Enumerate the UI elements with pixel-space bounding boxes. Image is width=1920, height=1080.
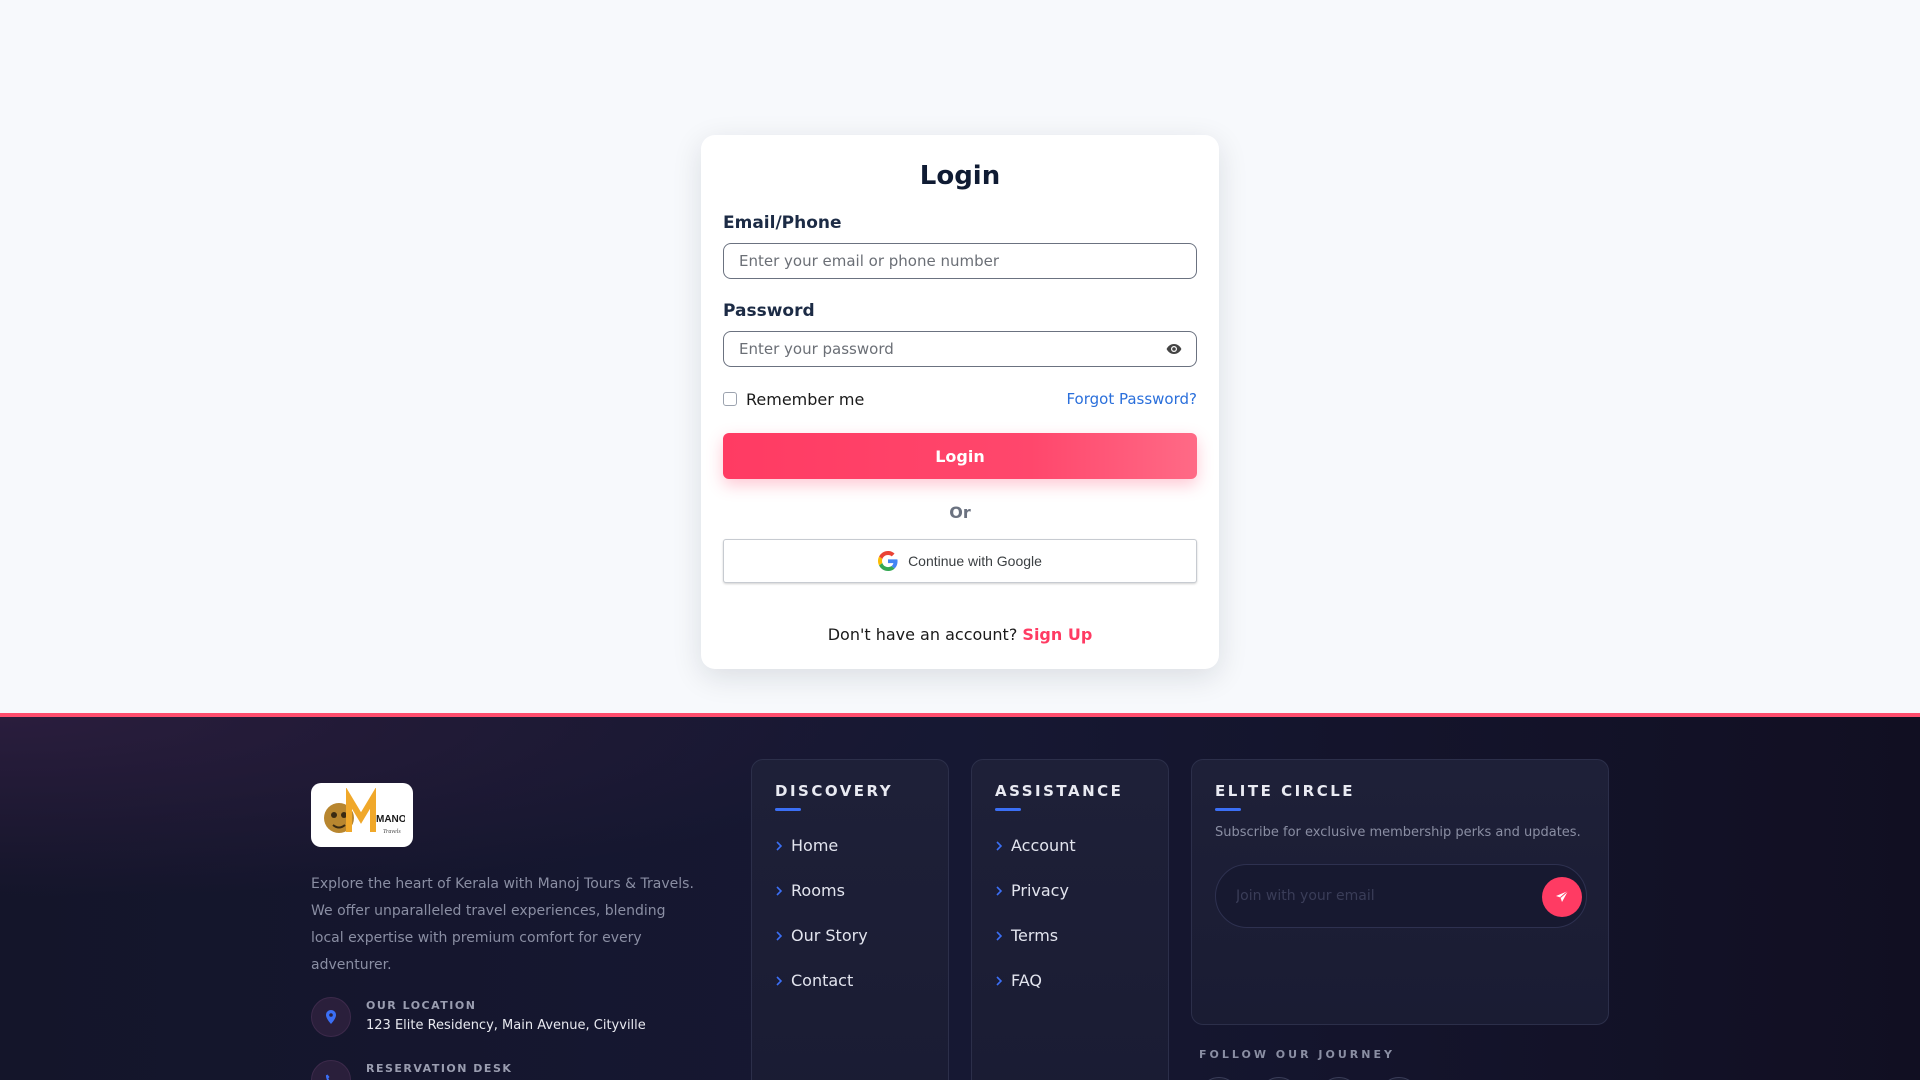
footer-link-contact[interactable]: Contact <box>775 958 948 1003</box>
contact-reservation-label: RESERVATION DESK <box>366 1062 513 1075</box>
footer-about: Explore the heart of Kerala with Manoj T… <box>311 876 694 973</box>
signup-row: Don't have an account? Sign Up <box>723 625 1197 644</box>
assistance-heading: ASSISTANCE <box>995 782 1124 800</box>
chevron-right-icon <box>776 930 783 941</box>
footer-link-terms[interactable]: Terms <box>995 913 1168 958</box>
logo-text: MANOJ <box>376 814 405 825</box>
footer-link-label: Contact <box>791 971 854 990</box>
elite-subtitle: Subscribe for exclusive membership perks… <box>1215 825 1581 840</box>
subscribe-email-input[interactable] <box>1236 888 1526 904</box>
phone-icon <box>311 1060 351 1080</box>
forgot-password-link[interactable]: Forgot Password? <box>1066 390 1197 408</box>
email-field-wrapper <box>723 243 1197 279</box>
password-label: Password <box>723 301 815 321</box>
google-signin-button[interactable]: Continue with Google <box>723 539 1197 583</box>
chevron-right-icon <box>776 885 783 896</box>
footer-link-label: Our Story <box>791 926 868 945</box>
heading-underline <box>1215 808 1241 811</box>
password-field-wrapper <box>723 331 1197 367</box>
logo-subtext: Travels <box>383 829 401 835</box>
contact-reservation: RESERVATION DESK <box>311 1060 512 1080</box>
subscribe-button[interactable] <box>1542 877 1582 917</box>
footer-link-home[interactable]: Home <box>775 823 948 868</box>
or-divider: Or <box>949 503 971 522</box>
elite-circle-card: ELITE CIRCLE Subscribe for exclusive mem… <box>1191 759 1609 1025</box>
contact-location-label: OUR LOCATION <box>366 999 477 1012</box>
chevron-right-icon <box>996 885 1003 896</box>
assistance-links: Account Privacy Terms FAQ <box>995 823 1168 1003</box>
google-button-label: Continue with Google <box>908 553 1042 569</box>
assistance-card: ASSISTANCE Account Privacy Terms FAQ <box>971 759 1169 1080</box>
footer-link-faq[interactable]: FAQ <box>995 958 1168 1003</box>
footer-link-label: FAQ <box>1011 971 1042 990</box>
subscribe-form <box>1215 864 1587 928</box>
discovery-card: DISCOVERY Home Rooms Our Story Contact <box>751 759 949 1080</box>
remember-label[interactable]: Remember me <box>746 390 864 409</box>
send-icon <box>1556 890 1569 902</box>
footer-link-label: Privacy <box>1011 881 1069 900</box>
manoj-logo-icon: MANOJ Travels <box>324 788 405 835</box>
chevron-right-icon <box>996 840 1003 851</box>
site-footer: MANOJ Travels Explore the heart of Keral… <box>0 713 1920 1080</box>
remember-checkbox[interactable] <box>723 392 737 406</box>
footer-link-label: Terms <box>1011 926 1059 945</box>
login-card: Login Email/Phone Password Remember me F… <box>701 135 1219 669</box>
remember-me: Remember me <box>723 390 864 409</box>
footer-link-rooms[interactable]: Rooms <box>775 868 948 913</box>
chevron-right-icon <box>776 975 783 986</box>
footer-link-privacy[interactable]: Privacy <box>995 868 1168 913</box>
email-label: Email/Phone <box>723 213 842 233</box>
signup-prompt: Don't have an account? <box>827 625 1018 644</box>
footer-link-account[interactable]: Account <box>995 823 1168 868</box>
chevron-right-icon <box>776 840 783 851</box>
remember-row: Remember me Forgot Password? <box>723 389 1197 409</box>
map-pin-icon <box>311 997 351 1037</box>
brand-logo[interactable]: MANOJ Travels <box>311 783 413 847</box>
contact-location: OUR LOCATION 123 Elite Residency, Main A… <box>311 997 646 1037</box>
password-field[interactable] <box>739 340 1181 358</box>
chevron-right-icon <box>996 975 1003 986</box>
login-button[interactable]: Login <box>723 433 1197 479</box>
discovery-links: Home Rooms Our Story Contact <box>775 823 948 1003</box>
login-title: Login <box>919 161 1001 191</box>
heading-underline <box>775 808 801 811</box>
footer-link-label: Home <box>791 836 839 855</box>
discovery-heading: DISCOVERY <box>775 782 894 800</box>
chevron-right-icon <box>996 930 1003 941</box>
footer-link-label: Rooms <box>791 881 845 900</box>
follow-label: FOLLOW OUR JOURNEY <box>1199 1048 1395 1061</box>
elite-heading: ELITE CIRCLE <box>1215 782 1356 800</box>
signup-link[interactable]: Sign Up <box>1022 625 1092 644</box>
contact-location-value: 123 Elite Residency, Main Avenue, Cityvi… <box>366 1018 646 1033</box>
heading-underline <box>995 808 1021 811</box>
google-icon <box>878 551 898 571</box>
email-field[interactable] <box>739 252 1181 270</box>
footer-link-our-story[interactable]: Our Story <box>775 913 948 958</box>
eye-icon[interactable] <box>1166 343 1182 355</box>
footer-link-label: Account <box>1011 836 1076 855</box>
